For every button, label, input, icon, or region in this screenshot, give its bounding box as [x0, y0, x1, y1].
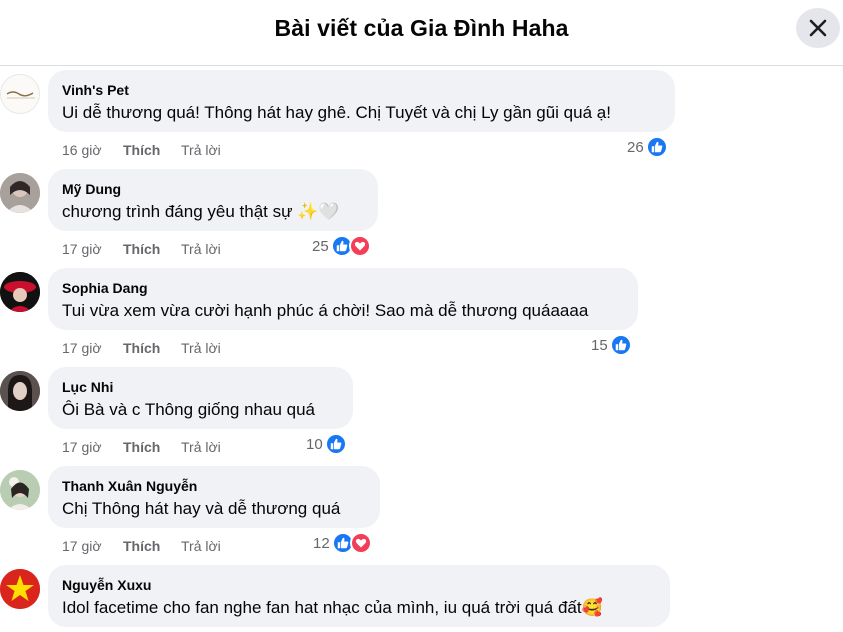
comment-text: Tui vừa xem vừa cười hạnh phúc á chời! S…: [62, 301, 589, 320]
avatar[interactable]: [0, 371, 40, 411]
comment-time[interactable]: 16 giờ: [62, 142, 123, 158]
pet-shop-logo-icon: [1, 75, 39, 113]
reply-button[interactable]: Trả lời: [181, 538, 221, 554]
comment-actions: 17 giờ Thích Trả lời: [62, 439, 221, 455]
profile-photo-icon: [0, 371, 40, 411]
reaction-count: 15: [591, 336, 608, 354]
reaction-count: 26: [627, 138, 644, 156]
avatar[interactable]: [0, 470, 40, 510]
comment-bubble: Nguyễn Xuxu Idol facetime cho fan nghe f…: [48, 565, 670, 627]
avatar[interactable]: [0, 173, 40, 213]
like-reaction-icon: [324, 433, 347, 455]
profile-photo-icon: [0, 470, 40, 510]
like-button[interactable]: Thích: [123, 439, 181, 455]
comment-time[interactable]: 17 giờ: [62, 241, 123, 257]
comment-text: Idol facetime cho fan nghe fan hat nhạc …: [62, 598, 603, 617]
reaction-summary[interactable]: 25: [312, 235, 371, 257]
flag-profile-icon: [0, 569, 40, 609]
comment-bubble: Sophia Dang Tui vừa xem vừa cười hạnh ph…: [48, 268, 638, 330]
dialog-header: Bài viết của Gia Đình Haha: [0, 0, 843, 66]
comment-author[interactable]: Nguyễn Xuxu: [62, 576, 656, 594]
comment-author[interactable]: Thanh Xuân Nguyễn: [62, 477, 366, 495]
comment-bubble: Lục Nhi Ôi Bà và c Thông giống nhau quá: [48, 367, 353, 429]
reaction-count: 10: [306, 435, 323, 453]
comment-author[interactable]: Lục Nhi: [62, 378, 339, 396]
comment-author[interactable]: Mỹ Dung: [62, 180, 364, 198]
comment-bubble: Thanh Xuân Nguyễn Chị Thông hát hay và d…: [48, 466, 380, 528]
reaction-summary[interactable]: 26: [627, 136, 668, 158]
love-reaction-icon: [349, 532, 372, 554]
comment-bubble: Vinh's Pet Ui dễ thương quá! Thông hát h…: [48, 70, 675, 132]
comment-time[interactable]: 17 giờ: [62, 538, 123, 554]
comment-text: chương trình đáng yêu thật sự ✨🤍: [62, 202, 340, 221]
comment-bubble: Mỹ Dung chương trình đáng yêu thật sự ✨🤍: [48, 169, 378, 231]
reaction-summary[interactable]: 10: [306, 433, 347, 455]
comment-actions: 17 giờ Thích Trả lời: [62, 538, 221, 554]
comment-actions: 16 giờ Thích Trả lời: [62, 142, 221, 158]
comment-actions: 17 giờ Thích Trả lời: [62, 241, 221, 257]
comment-text: Chị Thông hát hay và dễ thương quá: [62, 499, 341, 518]
like-reaction-icon: [609, 334, 632, 356]
like-button[interactable]: Thích: [123, 142, 181, 158]
reply-button[interactable]: Trả lời: [181, 439, 221, 455]
comment-text: Ui dễ thương quá! Thông hát hay ghê. Chị…: [62, 103, 611, 122]
reaction-summary[interactable]: 12: [313, 532, 372, 554]
love-reaction-icon: [348, 235, 371, 257]
profile-photo-icon: [0, 272, 40, 312]
reply-button[interactable]: Trả lời: [181, 340, 221, 356]
like-button[interactable]: Thích: [123, 538, 181, 554]
reaction-count: 25: [312, 237, 329, 255]
comment-time[interactable]: 17 giờ: [62, 439, 123, 455]
avatar[interactable]: [0, 74, 40, 114]
page-title: Bài viết của Gia Đình Haha: [274, 15, 569, 41]
close-button[interactable]: [796, 8, 840, 48]
like-reaction-icon: [645, 136, 668, 158]
comment-author[interactable]: Sophia Dang: [62, 279, 624, 297]
profile-photo-icon: [0, 173, 40, 213]
comment-time[interactable]: 17 giờ: [62, 340, 123, 356]
comment-text: Ôi Bà và c Thông giống nhau quá: [62, 400, 315, 419]
reply-button[interactable]: Trả lời: [181, 241, 221, 257]
reply-button[interactable]: Trả lời: [181, 142, 221, 158]
comment-author[interactable]: Vinh's Pet: [62, 81, 661, 99]
like-button[interactable]: Thích: [123, 241, 181, 257]
reaction-summary[interactable]: 15: [591, 334, 632, 356]
avatar[interactable]: [0, 569, 40, 609]
comment-actions: 17 giờ Thích Trả lời: [62, 340, 221, 356]
reaction-count: 12: [313, 534, 330, 552]
like-button[interactable]: Thích: [123, 340, 181, 356]
close-icon: [809, 19, 827, 37]
avatar[interactable]: [0, 272, 40, 312]
